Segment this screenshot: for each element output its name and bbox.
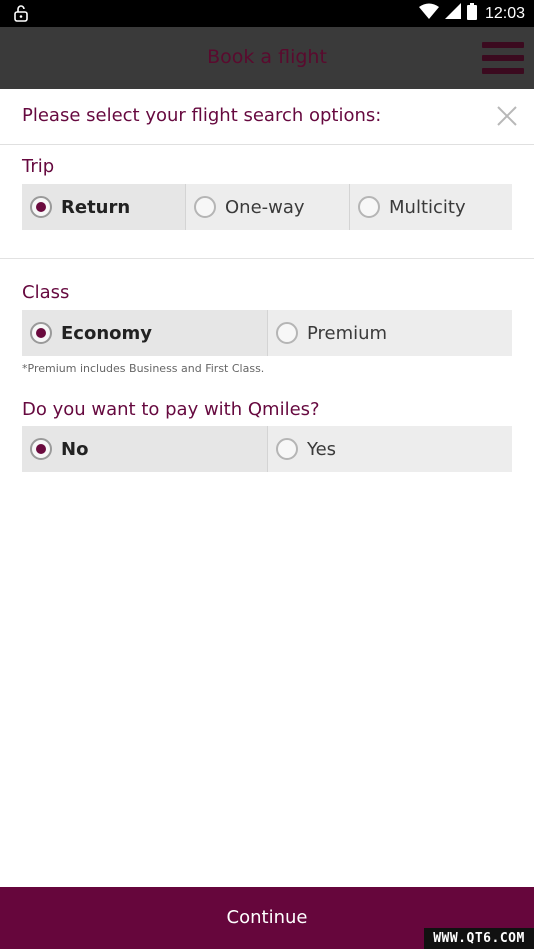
trip-options: Return One-way Multicity: [22, 184, 512, 230]
trip-option-return[interactable]: Return: [22, 184, 185, 230]
option-label: No: [61, 438, 89, 460]
section-divider: [0, 258, 534, 259]
qmiles-label: Do you want to pay with Qmiles?: [22, 399, 320, 420]
app-header: Book a flight: [0, 27, 534, 89]
radio-selected-icon: [30, 196, 52, 218]
hamburger-menu-icon[interactable]: [482, 40, 524, 76]
qmiles-option-no[interactable]: No: [22, 426, 267, 472]
close-icon[interactable]: [496, 105, 518, 127]
option-label: Yes: [307, 438, 337, 460]
radio-unselected-icon: [194, 196, 216, 218]
panel-title: Please select your flight search options…: [22, 105, 382, 126]
premium-note: *Premium includes Business and First Cla…: [22, 362, 265, 375]
status-bar: 12:03: [0, 0, 534, 27]
option-label: Return: [61, 196, 131, 218]
qmiles-options: No Yes: [22, 426, 512, 472]
menu-bar: [482, 55, 524, 61]
class-option-economy[interactable]: Economy: [22, 310, 267, 356]
trip-label: Trip: [22, 156, 55, 177]
option-label: Multicity: [389, 196, 466, 218]
signal-icon: [444, 3, 461, 24]
option-label: Premium: [307, 322, 388, 344]
radio-selected-icon: [30, 322, 52, 344]
class-options: Economy Premium: [22, 310, 512, 356]
qmiles-option-yes[interactable]: Yes: [267, 426, 512, 472]
class-label: Class: [22, 282, 70, 303]
menu-bar: [482, 42, 524, 48]
status-icons: 12:03: [413, 0, 525, 27]
panel-header: Please select your flight search options…: [0, 89, 534, 145]
trip-option-multicity[interactable]: Multicity: [349, 184, 512, 230]
class-option-premium[interactable]: Premium: [267, 310, 512, 356]
radio-selected-icon: [30, 438, 52, 460]
flight-search-options-screen: 12:03 Book a flight Please select your f…: [0, 0, 534, 949]
trip-option-one-way[interactable]: One-way: [185, 184, 349, 230]
watermark: WWW.QT6.COM: [424, 928, 534, 949]
battery-icon: [466, 2, 477, 25]
radio-unselected-icon: [276, 322, 298, 344]
option-label: One-way: [225, 196, 305, 218]
status-time: 12:03: [484, 4, 525, 22]
notification-icon: [11, 4, 31, 24]
page-title: Book a flight: [207, 46, 327, 68]
menu-bar: [482, 68, 524, 74]
option-label: Economy: [61, 322, 153, 344]
continue-label: Continue: [226, 907, 308, 928]
radio-unselected-icon: [276, 438, 298, 460]
radio-unselected-icon: [358, 196, 380, 218]
wifi-icon: [418, 3, 439, 24]
